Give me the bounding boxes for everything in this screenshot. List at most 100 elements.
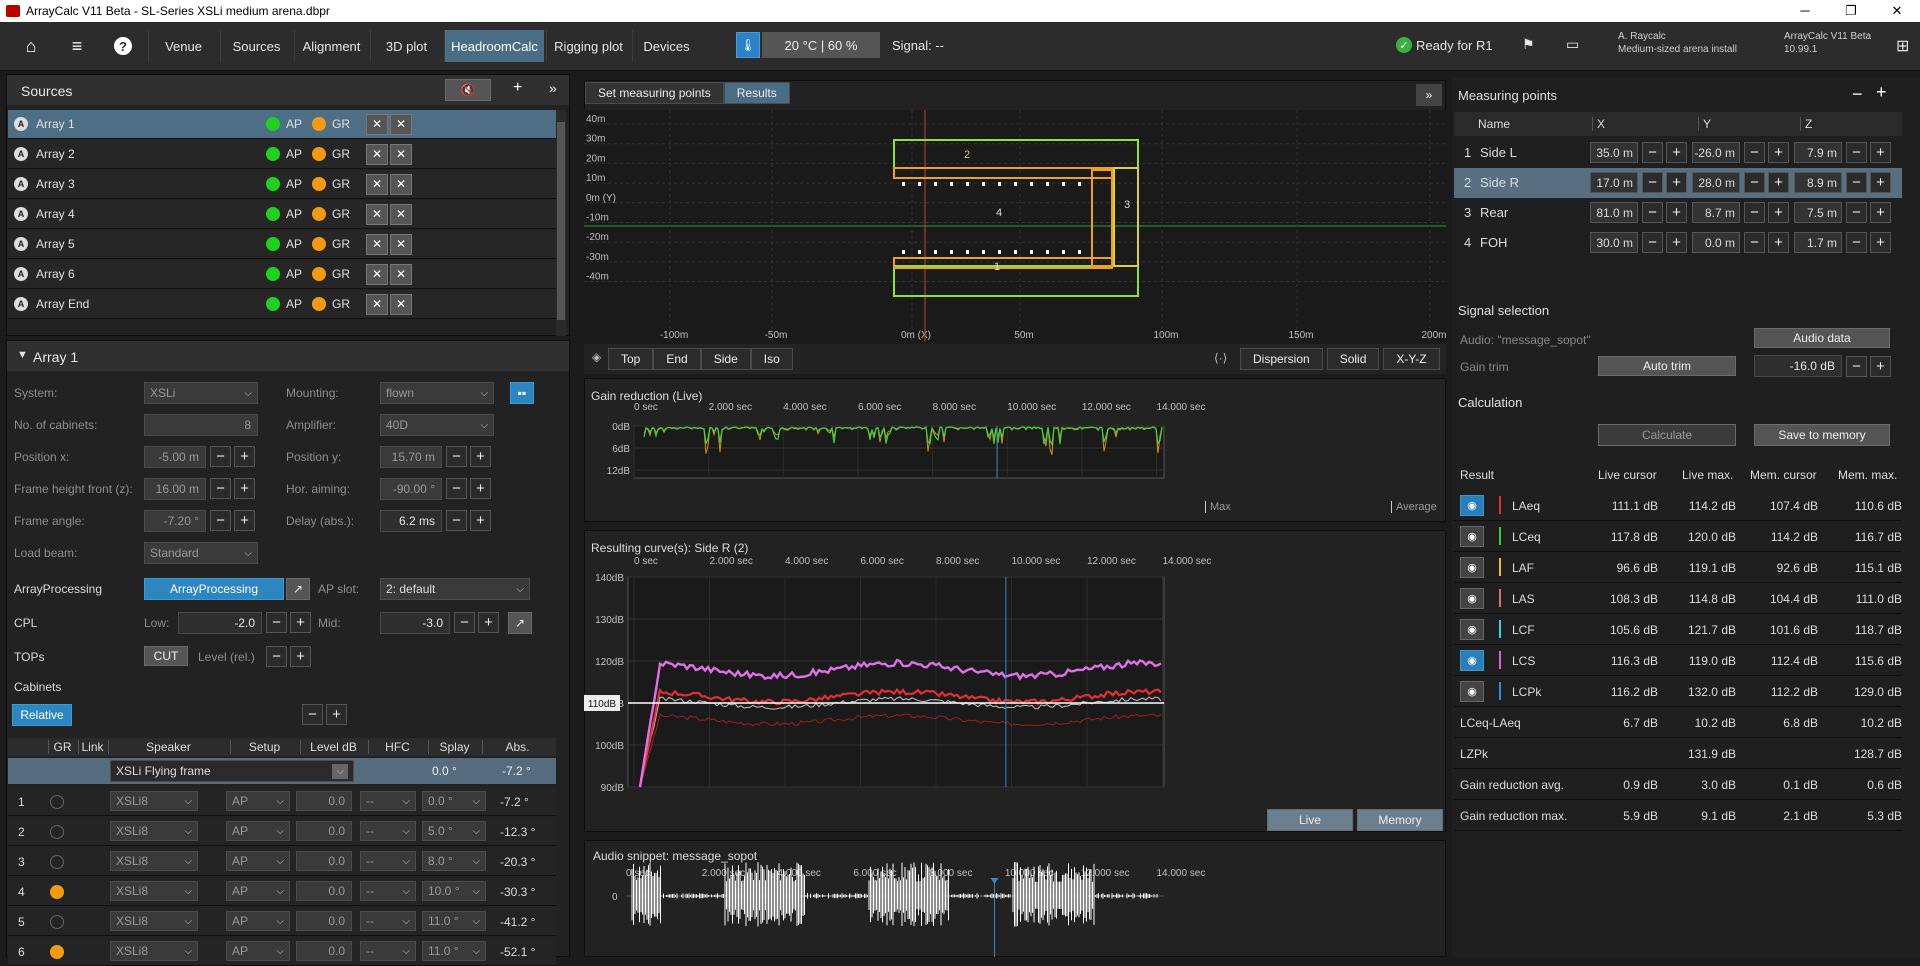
source-item[interactable]: A Array 3 AP GR ✕ ✕ xyxy=(8,170,556,199)
setup-select[interactable]: AP ⌵ xyxy=(226,881,290,901)
splay-select[interactable]: 11.0 ° ⌵ xyxy=(422,911,486,931)
gain-reduction-chart[interactable]: 0 sec 2.000 sec 4.000 sec 6.000 sec 8.000 se… xyxy=(584,400,1446,482)
flag-icon[interactable]: ⚑ xyxy=(1522,36,1535,53)
monitor-icon[interactable]: ▭ xyxy=(1566,36,1579,53)
close-button[interactable]: ✕ xyxy=(1874,3,1920,19)
level-field[interactable]: 0.0 xyxy=(296,911,352,931)
solo-icon[interactable]: ✕ xyxy=(390,293,413,315)
hor-aiming-field[interactable]: -90.00 ° xyxy=(380,478,442,500)
visibility-eye-icon[interactable]: ◉ xyxy=(1460,680,1484,702)
delay-field[interactable]: 6.2 ms xyxy=(380,510,442,532)
hfc-select[interactable]: -- ⌵ xyxy=(360,791,416,811)
setup-select[interactable]: AP ⌵ xyxy=(226,911,290,931)
save-memory-button[interactable]: Save to memory xyxy=(1754,424,1890,446)
audio-waveform[interactable]: 0 sec 2.000 sec 4.000 sec 6.000 sec 8.000 se… xyxy=(584,860,1446,957)
cabinet-row[interactable]: 5 XSLi8 ⌵ AP ⌵ 0.0 -- ⌵ 11.0 ° ⌵ -41.2 ° xyxy=(8,908,556,936)
point-z-field[interactable]: 8.9 m xyxy=(1794,172,1842,193)
position-x-field[interactable]: -5.00 m xyxy=(144,446,206,468)
hfc-select[interactable]: -- ⌵ xyxy=(360,821,416,841)
level-field[interactable]: 0.0 xyxy=(296,821,352,841)
view-side-button[interactable]: Side xyxy=(700,348,751,370)
gain-trim-minus[interactable]: − xyxy=(1846,356,1867,377)
delay-plus[interactable]: + xyxy=(470,510,491,531)
level-field[interactable]: 0.0 xyxy=(296,791,352,811)
cpl-low-plus[interactable]: + xyxy=(290,612,311,633)
point-z-field[interactable]: 7.5 m xyxy=(1794,202,1842,223)
add-cabinet-button[interactable]: + xyxy=(326,704,347,725)
source-item[interactable]: A Array 1 AP GR ✕ ✕ xyxy=(8,110,556,139)
mute-icon[interactable]: ✕ xyxy=(366,293,389,315)
splay-select[interactable]: 10.0 ° ⌵ xyxy=(422,881,486,901)
add-point-button[interactable]: + xyxy=(1876,82,1887,103)
point-y-minus[interactable]: − xyxy=(1744,202,1765,223)
cabinet-row[interactable]: 4 XSLi8 ⌵ AP ⌵ 0.0 -- ⌵ 10.0 ° ⌵ -30.3 ° xyxy=(8,878,556,906)
point-x-plus[interactable]: + xyxy=(1666,142,1687,163)
point-x-plus[interactable]: + xyxy=(1666,202,1687,223)
point-x-minus[interactable]: − xyxy=(1642,202,1663,223)
cabinet-row[interactable]: 2 XSLi8 ⌵ AP ⌵ 0.0 -- ⌵ 5.0 ° ⌵ -12.3 ° xyxy=(8,818,556,846)
frame-height-minus[interactable]: − xyxy=(210,478,231,499)
frame-angle-minus[interactable]: − xyxy=(210,510,231,531)
collapse-panel-icon[interactable]: » xyxy=(1416,84,1442,106)
gr-toggle[interactable] xyxy=(50,795,64,809)
point-y-plus[interactable]: + xyxy=(1768,142,1789,163)
level-minus[interactable]: − xyxy=(266,646,287,667)
point-x-minus[interactable]: − xyxy=(1642,142,1663,163)
tab-devices[interactable]: Devices xyxy=(632,30,700,62)
gr-toggle[interactable] xyxy=(50,825,64,839)
point-x-minus[interactable]: − xyxy=(1642,172,1663,193)
visibility-eye-icon[interactable]: ◉ xyxy=(1460,587,1484,609)
solo-icon[interactable]: ✕ xyxy=(390,173,413,195)
expand-icon[interactable]: » xyxy=(549,80,557,96)
gr-toggle[interactable] xyxy=(50,915,64,929)
hor-aiming-plus[interactable]: + xyxy=(470,478,491,499)
position-x-plus[interactable]: + xyxy=(234,446,255,467)
cpl-open-icon[interactable]: ↗ xyxy=(508,612,532,634)
setup-select[interactable]: AP ⌵ xyxy=(226,821,290,841)
point-y-plus[interactable]: + xyxy=(1768,202,1789,223)
point-z-minus[interactable]: − xyxy=(1846,202,1867,223)
view-top-button[interactable]: Top xyxy=(608,348,654,370)
minimize-button[interactable]: ─ xyxy=(1782,3,1828,19)
gain-trim-plus[interactable]: + xyxy=(1870,356,1891,377)
cpl-mid-minus[interactable]: − xyxy=(454,612,475,633)
position-y-field[interactable]: 15.70 m xyxy=(380,446,442,468)
hfc-select[interactable]: -- ⌵ xyxy=(360,911,416,931)
setup-select[interactable]: AP ⌵ xyxy=(226,851,290,871)
temp-humidity[interactable]: 20 °C | 60 % xyxy=(762,32,880,58)
remove-point-button[interactable]: − xyxy=(1852,84,1863,105)
mode-solid-button[interactable]: Solid xyxy=(1326,348,1380,370)
tab-alignment[interactable]: Alignment xyxy=(294,30,368,62)
position-x-minus[interactable]: − xyxy=(210,446,231,467)
point-y-plus[interactable]: + xyxy=(1768,172,1789,193)
speaker-select[interactable]: XSLi8 ⌵ xyxy=(110,911,198,931)
measuring-point-row[interactable]: 2 Side R 17.0 m − +28.0 m − +8.9 m − + xyxy=(1454,168,1902,198)
point-x-field[interactable]: 81.0 m xyxy=(1590,202,1638,223)
mode-dispersion-button[interactable]: Dispersion xyxy=(1240,348,1323,370)
source-item[interactable]: A Array 2 AP GR ✕ ✕ xyxy=(8,140,556,169)
add-source-button[interactable]: + xyxy=(513,79,522,97)
speaker-select[interactable]: XSLi8 ⌵ xyxy=(110,791,198,811)
gr-toggle[interactable] xyxy=(50,855,64,869)
visibility-eye-icon[interactable]: ◉ xyxy=(1460,525,1484,547)
solo-icon[interactable]: ✕ xyxy=(390,203,413,225)
collapse-icon[interactable]: ▼ xyxy=(17,349,28,361)
view-iso-button[interactable]: Iso xyxy=(750,348,793,370)
tab-set-measuring-points[interactable]: Set measuring points xyxy=(585,82,724,104)
source-item[interactable]: A Array 4 AP GR ✕ ✕ xyxy=(8,200,556,229)
point-z-plus[interactable]: + xyxy=(1870,142,1891,163)
resulting-curve-chart[interactable]: 0 sec 2.000 sec 4.000 sec 6.000 sec 8.000 se… xyxy=(584,552,1446,802)
tops-cut-button[interactable]: CUT xyxy=(144,646,188,666)
frame-select[interactable]: XSLi Flying frame ⌵ xyxy=(110,760,354,782)
hfc-select[interactable]: -- ⌵ xyxy=(360,941,416,961)
auto-trim-button[interactable]: Auto trim xyxy=(1598,356,1736,376)
home-icon[interactable]: ⌂ xyxy=(12,30,50,62)
visibility-eye-icon[interactable]: ◉ xyxy=(1460,556,1484,578)
level-plus[interactable]: + xyxy=(290,646,311,667)
point-z-field[interactable]: 1.7 m xyxy=(1794,232,1842,253)
point-x-field[interactable]: 30.0 m xyxy=(1590,232,1638,253)
point-z-minus[interactable]: − xyxy=(1846,142,1867,163)
system-select[interactable]: XSLi ⌵ xyxy=(144,382,258,404)
menu-icon[interactable]: ≡ xyxy=(58,30,96,62)
remove-cabinet-button[interactable]: − xyxy=(302,704,323,725)
